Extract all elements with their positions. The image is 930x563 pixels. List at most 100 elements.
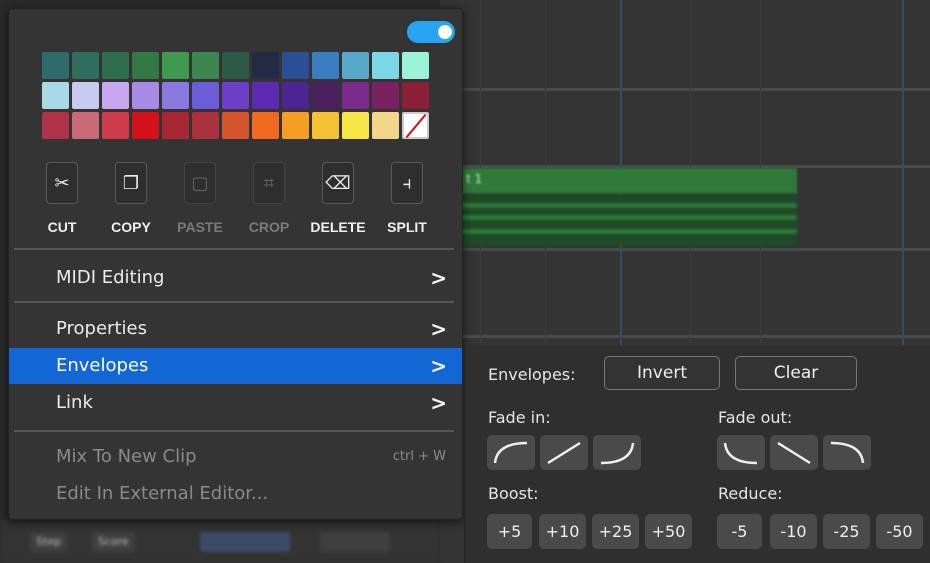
color-swatch[interactable]: [222, 112, 249, 139]
copy-icon: ❐: [115, 162, 147, 204]
midi-clip-header[interactable]: t 1: [440, 168, 797, 194]
boost-25-button[interactable]: +25: [592, 514, 639, 549]
color-swatch[interactable]: [42, 52, 69, 79]
delete-button[interactable]: ⌫ DELETE: [302, 162, 374, 242]
color-swatch[interactable]: [192, 52, 219, 79]
color-swatch[interactable]: [192, 82, 219, 109]
color-swatch[interactable]: [72, 112, 99, 139]
fade-out-linear-button[interactable]: [770, 435, 818, 470]
menu-divider: [14, 430, 454, 432]
color-swatch[interactable]: [192, 112, 219, 139]
no-color-swatch[interactable]: [402, 112, 429, 139]
color-swatch[interactable]: [162, 112, 189, 139]
track-divider: [440, 248, 930, 251]
clip-name: t 1: [466, 172, 483, 186]
invert-button[interactable]: Invert: [604, 356, 720, 390]
menu-item-mix-to-new-clip[interactable]: Mix To New Clip ctrl + W: [9, 439, 462, 475]
copy-button[interactable]: ❐ COPY: [95, 162, 167, 242]
color-swatch[interactable]: [372, 52, 399, 79]
reduce-25-button[interactable]: -25: [823, 514, 870, 549]
reduce-10-button[interactable]: -10: [770, 514, 817, 549]
color-swatch[interactable]: [102, 112, 129, 139]
color-swatch[interactable]: [162, 52, 189, 79]
color-swatch[interactable]: [72, 52, 99, 79]
color-swatch[interactable]: [102, 52, 129, 79]
clip-notes: [440, 216, 797, 219]
color-swatch[interactable]: [282, 112, 309, 139]
color-swatch[interactable]: [402, 52, 429, 79]
menu-item-edit-external[interactable]: Edit In External Editor...: [9, 476, 462, 512]
color-swatch[interactable]: [222, 52, 249, 79]
color-swatch[interactable]: [252, 82, 279, 109]
color-swatch[interactable]: [282, 82, 309, 109]
fade-in-concave-button[interactable]: [593, 435, 641, 470]
shortcut-label: ctrl + W: [392, 449, 446, 464]
cut-button[interactable]: ✂ CUT: [26, 162, 98, 242]
color-swatch[interactable]: [42, 112, 69, 139]
menu-item-envelopes[interactable]: Envelopes >: [9, 348, 462, 384]
color-swatch[interactable]: [372, 82, 399, 109]
crop-label: CROP: [248, 219, 290, 235]
crop-icon: ⌗: [253, 162, 285, 204]
split-button[interactable]: ⫞ SPLIT: [371, 162, 443, 242]
color-tools[interactable]: [320, 532, 390, 552]
menu-item-link[interactable]: Link >: [9, 385, 462, 421]
reduce-50-button[interactable]: -50: [876, 514, 923, 549]
reduce-5-button[interactable]: -5: [717, 514, 762, 549]
bottom-toolbar: Step Score: [0, 520, 440, 563]
color-swatch[interactable]: [342, 52, 369, 79]
color-swatch[interactable]: [342, 112, 369, 139]
clip-notes: [440, 204, 797, 207]
midi-clip-body[interactable]: [440, 194, 797, 246]
pencil-tools[interactable]: [200, 532, 290, 552]
color-swatch[interactable]: [162, 82, 189, 109]
color-swatch[interactable]: [222, 82, 249, 109]
color-swatch[interactable]: [132, 52, 159, 79]
menu-item-midi-editing[interactable]: MIDI Editing >: [9, 260, 462, 296]
fade-in-label: Fade in:: [488, 408, 551, 427]
fade-in-convex-button[interactable]: [487, 435, 535, 470]
color-swatch[interactable]: [102, 82, 129, 109]
color-swatch[interactable]: [312, 52, 339, 79]
paste-button[interactable]: ▢ PASTE: [164, 162, 236, 242]
fade-out-convex-button[interactable]: [823, 435, 871, 470]
boost-50-button[interactable]: +50: [645, 514, 692, 549]
color-swatch[interactable]: [342, 82, 369, 109]
menu-item-properties[interactable]: Properties >: [9, 311, 462, 347]
edit-toolbar: ✂ CUT ❐ COPY ▢ PASTE ⌗ CROP ⌫ DELETE ⫞ SPLIT: [31, 162, 451, 242]
boost-10-button[interactable]: +10: [539, 514, 586, 549]
color-swatch[interactable]: [372, 112, 399, 139]
color-swatch[interactable]: [132, 112, 159, 139]
score-button[interactable]: Score: [92, 532, 135, 552]
fade-in-linear-button[interactable]: [540, 435, 588, 470]
clip-notes: [440, 230, 797, 233]
paste-icon: ▢: [184, 162, 216, 204]
chevron-right-icon: >: [430, 391, 447, 415]
color-toggle[interactable]: [407, 21, 455, 43]
delete-icon: ⌫: [322, 162, 354, 204]
crop-button[interactable]: ⌗ CROP: [233, 162, 305, 242]
fade-out-concave-button[interactable]: [717, 435, 765, 470]
color-swatch[interactable]: [72, 82, 99, 109]
curve-convex-icon: [493, 441, 528, 464]
color-swatch[interactable]: [312, 82, 339, 109]
color-swatch[interactable]: [282, 52, 309, 79]
cut-icon: ✂: [46, 162, 78, 204]
color-swatch[interactable]: [252, 112, 279, 139]
boost-5-button[interactable]: +5: [487, 514, 532, 549]
curve-concave-icon: [600, 442, 635, 465]
copy-label: COPY: [111, 219, 151, 235]
color-swatch[interactable]: [312, 112, 339, 139]
color-swatch[interactable]: [42, 82, 69, 109]
clear-button[interactable]: Clear: [735, 356, 857, 390]
curve-convex-icon: [830, 441, 865, 464]
step-button[interactable]: Step: [30, 532, 68, 552]
menu-item-label: Mix To New Clip: [56, 446, 197, 467]
chevron-right-icon: >: [430, 354, 447, 378]
color-swatch[interactable]: [402, 82, 429, 109]
envelopes-submenu: Envelopes: Invert Clear Fade in: Fade ou…: [464, 345, 930, 563]
color-swatch[interactable]: [132, 82, 159, 109]
curve-linear-icon: [777, 441, 811, 465]
color-swatch[interactable]: [252, 52, 279, 79]
menu-divider: [14, 248, 454, 250]
